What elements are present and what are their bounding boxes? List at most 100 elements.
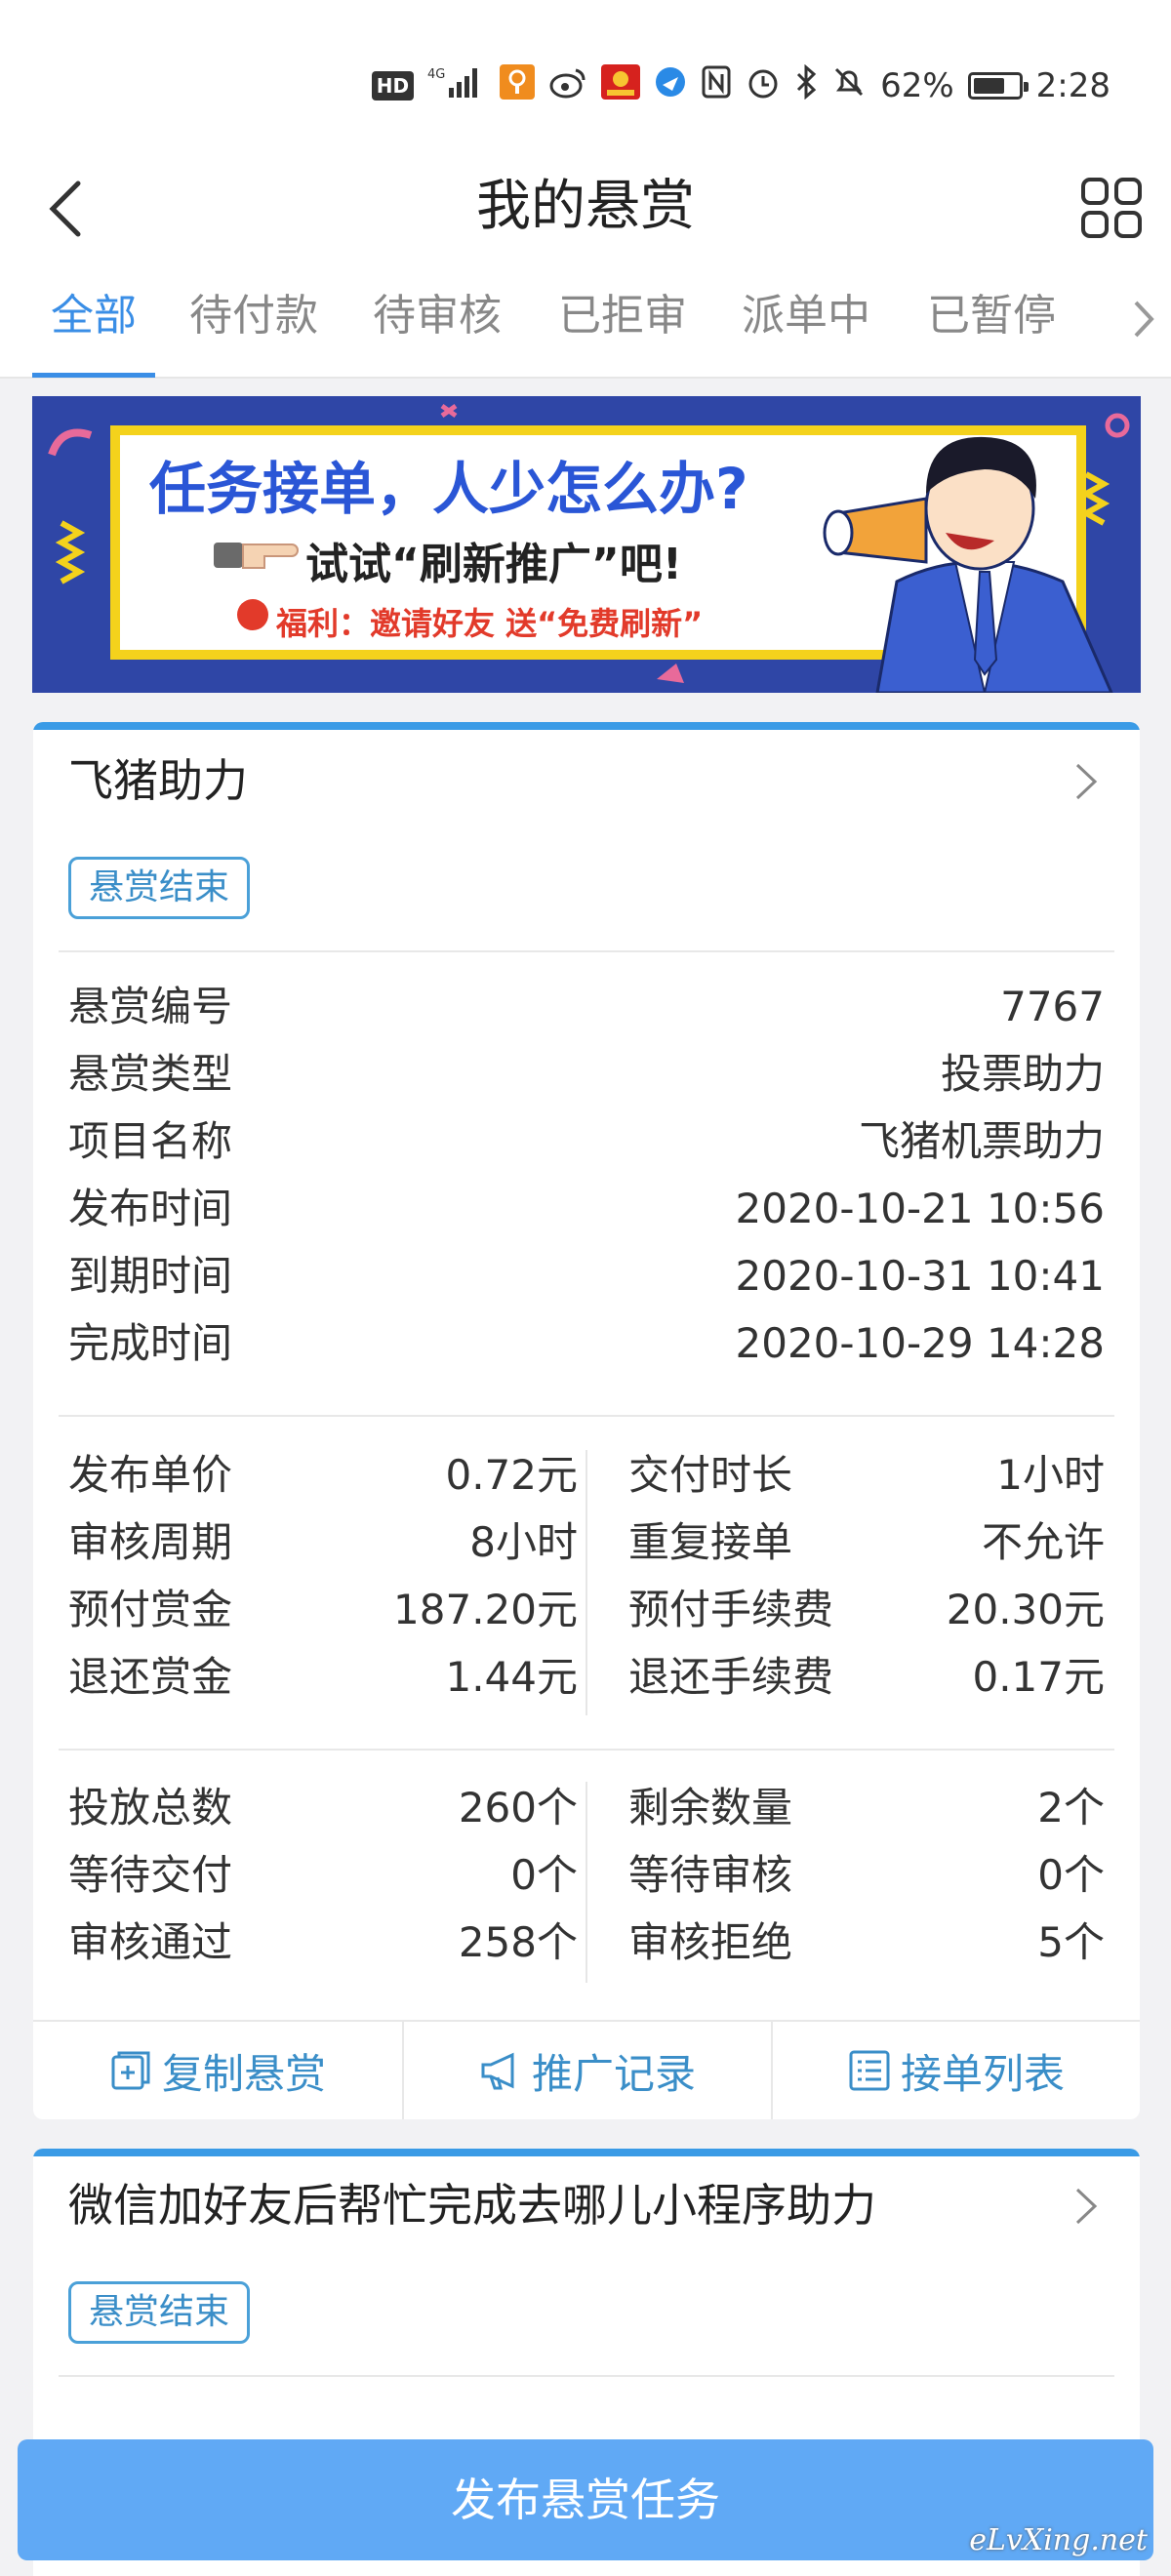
- fee-value: 1.44元: [445, 1653, 578, 1701]
- fee-row-review-period: 审核周期 8小时: [68, 1513, 578, 1572]
- column-separator: [586, 1782, 587, 1983]
- reward-card: 飞猪助力 悬赏结束 悬赏编号 7767 悬赏类型 投票助力 项目名称 飞猪机票助力 发…: [33, 722, 1140, 2119]
- fee-label: 预付手续费: [628, 1586, 834, 1633]
- chevron-right-icon: [1075, 763, 1098, 800]
- shouting-man-illustration: [823, 436, 1113, 693]
- detail-row-type: 悬赏类型 投票助力: [68, 1045, 1105, 1104]
- status-bar: HD 4G 62% 2:28: [0, 0, 1171, 156]
- tab-pending-payment[interactable]: 待付款: [189, 287, 318, 345]
- detail-row-id: 悬赏编号 7767: [68, 978, 1105, 1036]
- battery-percent: 62%: [880, 66, 954, 105]
- promo-banner[interactable]: 任务接单，人少怎么办? 试试“刷新推广”吧! 福利：邀请好友 送“免费刷新”: [32, 396, 1141, 693]
- count-row-awaiting-review: 等待审核 0个: [628, 1846, 1105, 1905]
- battery-level-fill: [973, 78, 1004, 94]
- fee-value: 不允许: [981, 1518, 1105, 1566]
- fee-value: 0.72元: [445, 1451, 578, 1499]
- detail-row-publish-time: 发布时间 2020-10-21 10:56: [68, 1180, 1105, 1238]
- card-accent-bar: [33, 722, 1140, 730]
- nfc-icon: [701, 64, 732, 108]
- tabs-more-button[interactable]: [1124, 295, 1163, 343]
- count-row-rejected: 审核拒绝 5个: [628, 1913, 1105, 1972]
- copy-plus-icon: [111, 2051, 150, 2090]
- card-accent-bar: [33, 2149, 1140, 2156]
- status-time: 2:28: [1035, 66, 1110, 105]
- list-icon: [849, 2050, 890, 2091]
- tab-all[interactable]: 全部: [51, 287, 137, 345]
- status-badge: 悬赏结束: [68, 2281, 251, 2344]
- column-separator: [586, 1450, 587, 1715]
- divider: [59, 2375, 1114, 2377]
- divider: [59, 1415, 1114, 1417]
- nav-bar: 我的悬赏: [0, 156, 1171, 260]
- filter-tabs: 全部 待付款 待审核 已拒审 派单中 已暂停: [0, 260, 1171, 379]
- shopping-app-icon: [601, 63, 641, 108]
- count-value: 0个: [510, 1851, 578, 1899]
- fee-row-repeat-order: 重复接单 不允许: [628, 1513, 1105, 1572]
- pointing-hand-icon: [214, 535, 302, 583]
- reward-name[interactable]: 飞猪助力: [68, 751, 248, 810]
- fee-value: 20.30元: [946, 1586, 1105, 1633]
- tab-pending-review[interactable]: 待审核: [373, 287, 502, 345]
- fee-label: 预付赏金: [68, 1586, 233, 1633]
- count-row-awaiting-delivery: 等待交付 0个: [68, 1846, 578, 1905]
- mute-bell-icon: [831, 64, 867, 108]
- banner-title: 任务接单，人少怎么办?: [149, 456, 748, 522]
- bluetooth-icon: [794, 63, 818, 108]
- card-detail-button[interactable]: [1071, 757, 1101, 806]
- copy-reward-button[interactable]: 复制悬赏: [33, 2022, 402, 2119]
- tab-rejected[interactable]: 已拒审: [558, 287, 687, 345]
- fee-label: 退还手续费: [628, 1653, 834, 1701]
- detail-label: 发布时间: [68, 1185, 233, 1232]
- status-icons: HD 4G 62% 2:28: [371, 63, 1110, 108]
- fee-label: 重复接单: [628, 1518, 793, 1566]
- tab-paused[interactable]: 已暂停: [927, 287, 1056, 345]
- detail-value: 7767: [1000, 983, 1105, 1030]
- fee-value: 8小时: [469, 1518, 578, 1566]
- promotion-record-label: 推广记录: [531, 2049, 696, 2098]
- detail-value: 2020-10-29 14:28: [735, 1319, 1105, 1367]
- order-list-button[interactable]: 接单列表: [771, 2022, 1140, 2119]
- browser-icon: [654, 65, 687, 107]
- active-tab-indicator: [32, 373, 155, 378]
- count-label: 审核通过: [68, 1918, 233, 1966]
- card-detail-button[interactable]: [1071, 2182, 1101, 2231]
- count-row-remaining: 剩余数量 2个: [628, 1779, 1105, 1837]
- weibo-icon: [548, 64, 587, 108]
- fee-row-prepaid-fee: 预付手续费 20.30元: [628, 1581, 1105, 1639]
- copy-reward-label: 复制悬赏: [161, 2049, 326, 2098]
- promotion-record-button[interactable]: 推广记录: [402, 2022, 771, 2119]
- watermark: eLvXing.net: [969, 2523, 1148, 2557]
- hd-icon: HD: [371, 71, 415, 101]
- grid-menu-button[interactable]: [1079, 176, 1144, 240]
- grid-icon: [1081, 178, 1142, 238]
- count-label: 等待交付: [68, 1851, 233, 1899]
- signal-icon: 4G: [427, 64, 486, 108]
- detail-value: 投票助力: [940, 1050, 1105, 1098]
- reward-name[interactable]: 微信加好友后帮忙完成去哪儿小程序助力: [68, 2176, 876, 2234]
- detail-label: 悬赏编号: [68, 983, 233, 1030]
- fee-value: 187.20元: [393, 1586, 578, 1633]
- battery-icon: [967, 72, 1029, 100]
- gift-icon: [237, 599, 268, 630]
- fee-label: 发布单价: [68, 1451, 233, 1499]
- detail-value: 2020-10-21 10:56: [735, 1185, 1105, 1232]
- tab-dispatching[interactable]: 派单中: [742, 287, 870, 345]
- fee-row-unit-price: 发布单价 0.72元: [68, 1446, 578, 1505]
- count-value: 5个: [1037, 1918, 1105, 1966]
- banner-welfare: 福利：邀请好友 送“免费刷新”: [276, 605, 704, 642]
- fee-value: 1小时: [996, 1451, 1105, 1499]
- fee-row-refund-fee: 退还手续费 0.17元: [628, 1648, 1105, 1707]
- detail-row-project: 项目名称 飞猪机票助力: [68, 1112, 1105, 1171]
- count-label: 审核拒绝: [628, 1918, 793, 1966]
- count-value: 260个: [458, 1784, 578, 1831]
- chevron-right-icon: [1134, 301, 1154, 338]
- detail-label: 到期时间: [68, 1252, 233, 1300]
- detail-row-expire-time: 到期时间 2020-10-31 10:41: [68, 1247, 1105, 1306]
- megaphone-icon: [481, 2052, 514, 2090]
- count-value: 2个: [1037, 1784, 1105, 1831]
- fee-label: 交付时长: [628, 1451, 793, 1499]
- fee-label: 退还赏金: [68, 1653, 233, 1701]
- detail-label: 完成时间: [68, 1319, 233, 1367]
- network-type-label: 4G: [427, 67, 445, 82]
- count-label: 等待审核: [628, 1851, 793, 1899]
